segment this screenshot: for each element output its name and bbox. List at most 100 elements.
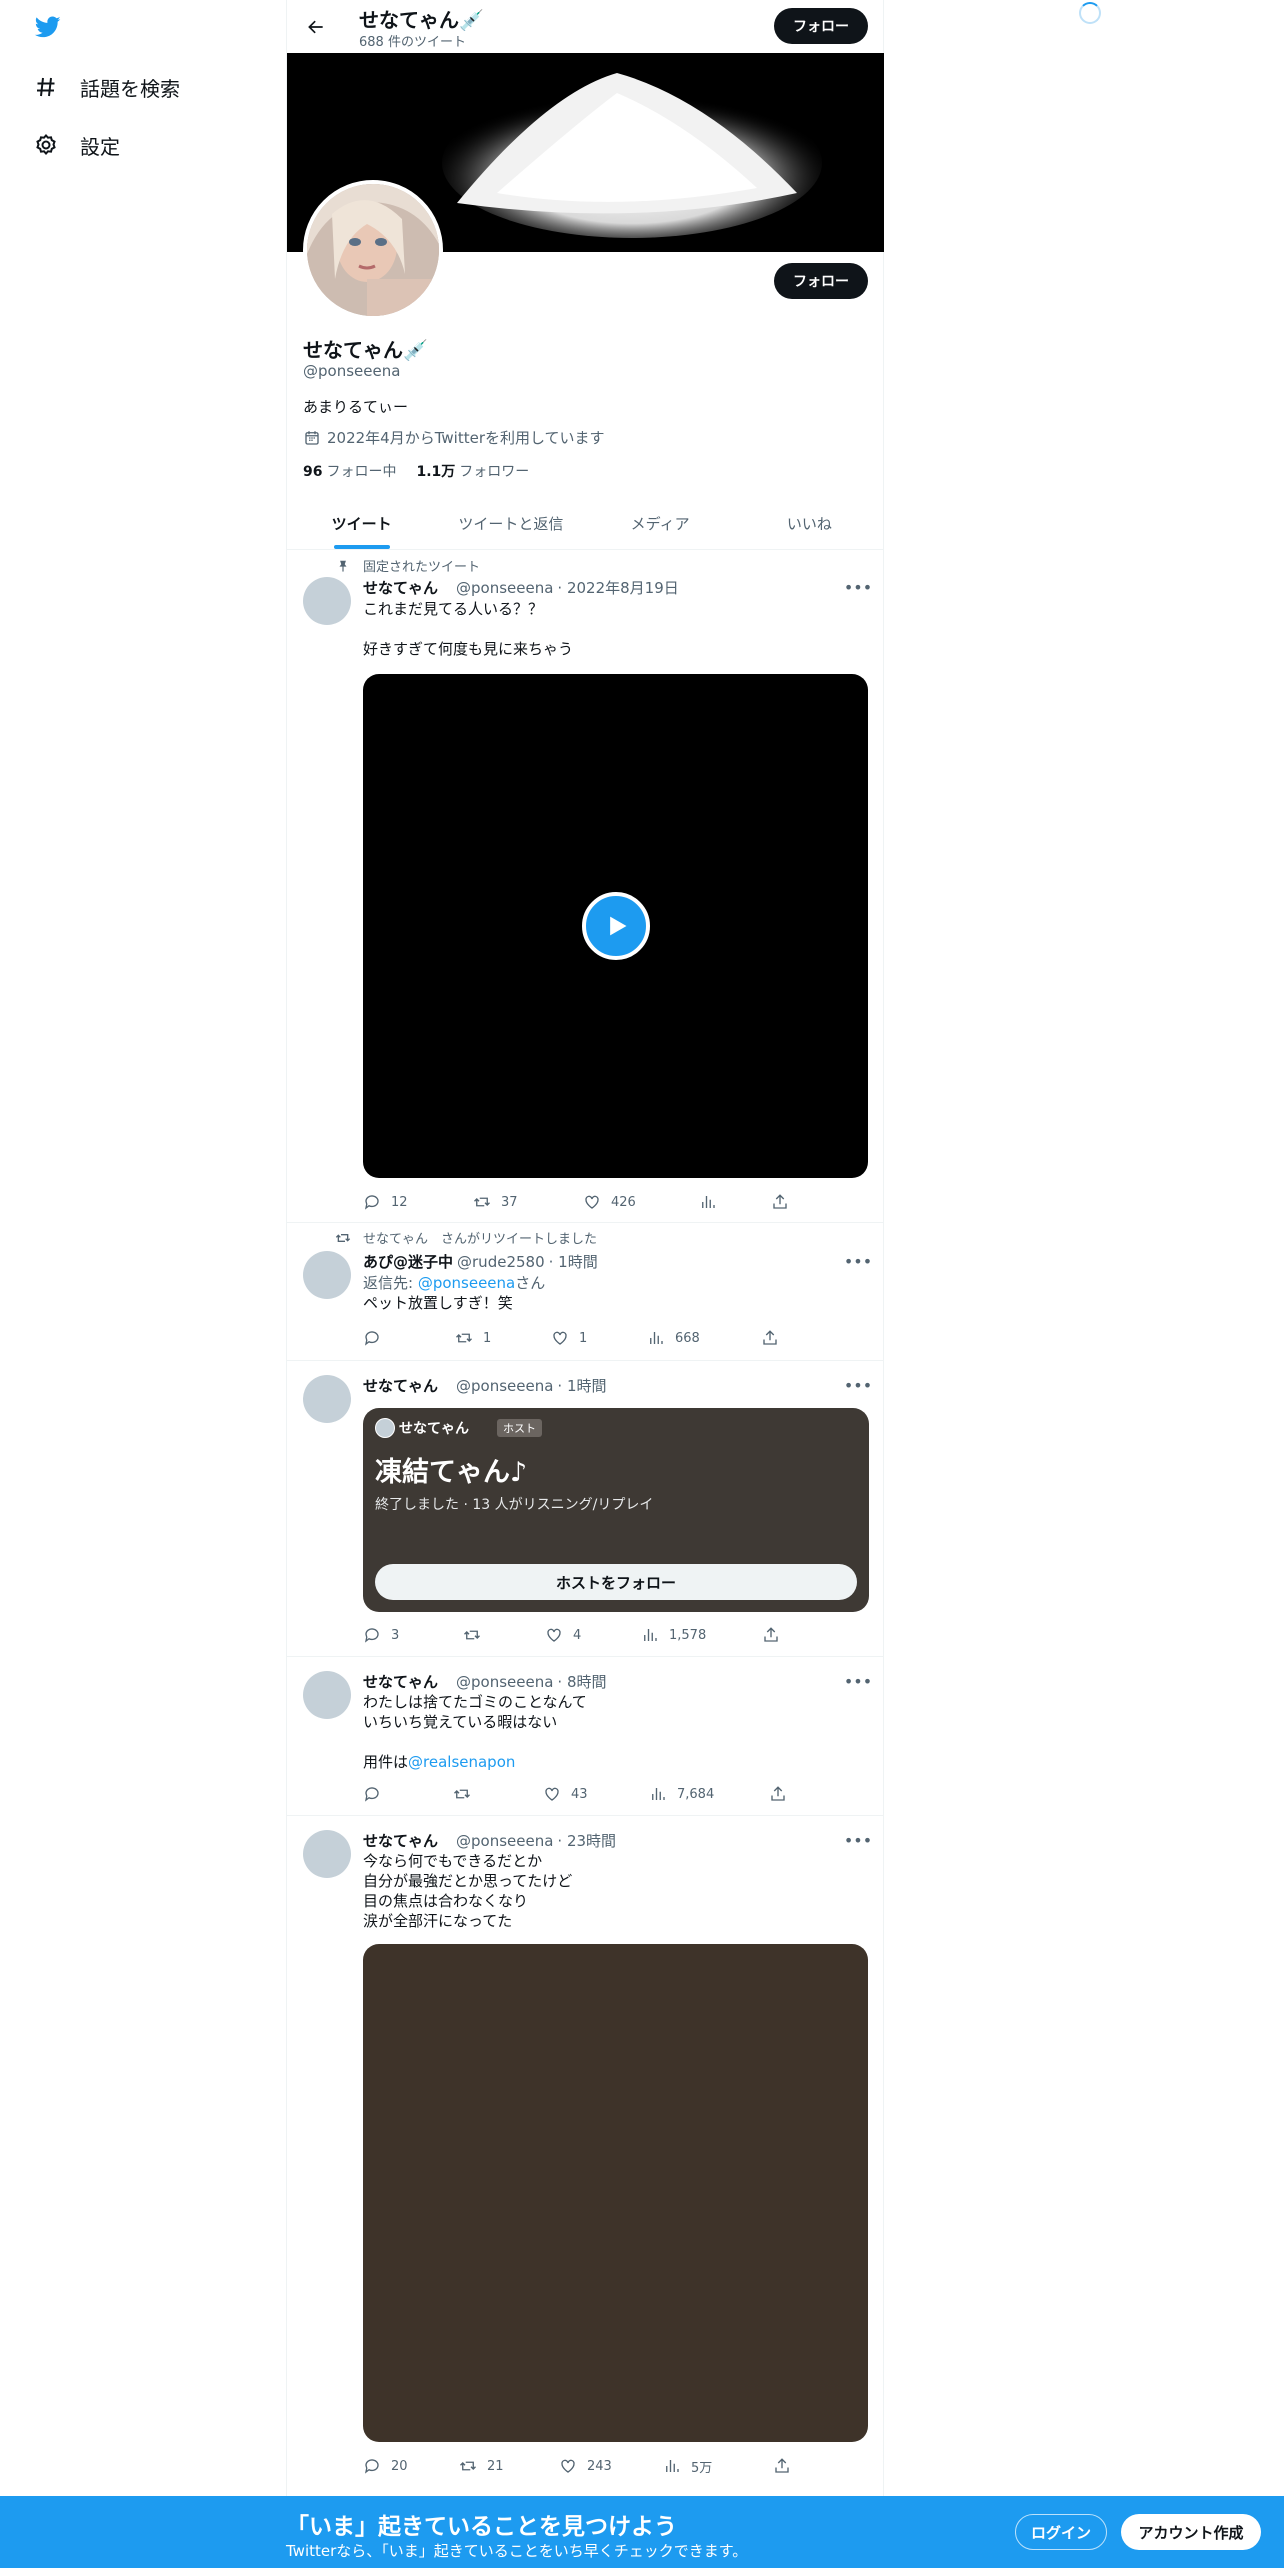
views-button[interactable]: 5万 <box>663 2456 773 2476</box>
tweet-time[interactable]: · 1時間 <box>557 1375 606 1396</box>
tweet-header: せなてゃん @ponseeena · 8時間 <box>363 1671 607 1692</box>
more-options-icon[interactable]: ••• <box>844 1671 872 1691</box>
tweet-time[interactable]: · 2022年8月19日 <box>557 577 678 598</box>
views-button[interactable]: 7,684 <box>649 1784 769 1804</box>
tweet-item[interactable]: せなてゃん @ponseeena · 1時間 ••• せなてゃん ホスト 凍結て… <box>287 1361 884 1657</box>
host-avatar <box>375 1418 395 1438</box>
tab-media[interactable]: メディア <box>586 497 735 549</box>
play-button[interactable] <box>581 892 650 960</box>
twitter-logo-icon[interactable] <box>32 14 64 40</box>
like-button[interactable]: 43 <box>543 1784 649 1804</box>
tab-likes[interactable]: いいね <box>735 497 884 549</box>
signup-button[interactable]: アカウント作成 <box>1121 2514 1261 2550</box>
header-follow-button[interactable]: フォロー <box>774 8 868 44</box>
more-options-icon[interactable]: ••• <box>844 577 872 597</box>
tweet-author-name[interactable]: せなてゃん <box>363 577 438 598</box>
profile-follow-button[interactable]: フォロー <box>774 263 868 299</box>
space-card[interactable]: せなてゃん ホスト 凍結てゃん♪ 終了しました · 13 人がリスニング/リプレ… <box>363 1408 869 1612</box>
like-button[interactable]: 243 <box>559 2456 663 2476</box>
tweet-text: これまだ見てる人いる？？ 好きすぎて何度も見に来ちゃう <box>363 600 574 658</box>
tweet-author-handle[interactable]: @ponseeena <box>456 1832 553 1850</box>
avatar[interactable] <box>303 577 351 625</box>
pin-icon <box>335 558 351 574</box>
reply-to-link[interactable]: @ponseeena <box>418 1274 515 1292</box>
reply-icon <box>364 1628 379 1643</box>
more-options-icon[interactable]: ••• <box>844 1375 872 1395</box>
reply-button[interactable]: 3 <box>363 1625 463 1645</box>
reply-button[interactable] <box>363 1784 453 1804</box>
tweet-item[interactable]: せなてゃん @ponseeena · 8時間 ••• わたしは捨てたゴミのことな… <box>287 1657 884 1816</box>
reply-icon <box>364 1331 379 1346</box>
retweet-icon <box>456 1333 472 1343</box>
tab-tweets-and-replies[interactable]: ツイートと返信 <box>436 497 585 549</box>
view-count: 5万 <box>691 2460 713 2476</box>
reply-button[interactable]: 12 <box>363 1192 473 1212</box>
share-button[interactable] <box>761 1328 789 1348</box>
avatar[interactable] <box>303 1251 351 1299</box>
like-button[interactable]: 1 <box>551 1328 647 1348</box>
nav-item-label: 話題を検索 <box>80 76 180 101</box>
join-date-text: 2022年4月からTwitterを利用しています <box>327 429 605 447</box>
avatar[interactable] <box>303 1671 351 1719</box>
reply-icon <box>364 2459 379 2474</box>
reply-button[interactable] <box>363 1328 455 1348</box>
back-button[interactable] <box>301 12 331 42</box>
retweet-button[interactable]: 37 <box>473 1192 583 1212</box>
share-button[interactable] <box>769 1784 797 1804</box>
nav-item-settings[interactable]: 設定 <box>32 125 120 165</box>
retweet-button[interactable]: 1 <box>455 1328 551 1348</box>
tweet-author-name[interactable]: せなてゃん <box>363 1671 438 1692</box>
heart-icon <box>545 1787 559 1801</box>
more-options-icon[interactable]: ••• <box>844 1830 872 1850</box>
share-button[interactable] <box>773 2456 801 2476</box>
heart-icon <box>585 1195 599 1209</box>
follow-host-button[interactable]: ホストをフォロー <box>375 1564 857 1600</box>
avatar[interactable] <box>303 1830 351 1878</box>
profile-handle: @ponseeena <box>303 362 401 380</box>
tweet-video[interactable] <box>363 674 868 1178</box>
reply-to-suffix: さん <box>515 1274 546 1292</box>
reply-to-prefix: 返信先: <box>363 1274 418 1292</box>
tweet-author-handle[interactable]: @rude2580 <box>457 1253 545 1271</box>
tweet-item[interactable]: せなてゃん さんがリツイートしました あぴ@迷子中 @rude2580 · 1時… <box>287 1223 884 1361</box>
tweet-item[interactable]: せなてゃん @ponseeena · 23時間 ••• 今なら何でもできるだとか… <box>287 1816 884 2496</box>
nav-item-explore[interactable]: 話題を検索 <box>32 67 180 107</box>
profile-avatar[interactable] <box>303 180 443 320</box>
tab-tweets[interactable]: ツイート <box>287 497 436 549</box>
tweet-author-handle[interactable]: @ponseeena <box>456 579 553 597</box>
heart-icon <box>561 2459 575 2473</box>
avatar[interactable] <box>303 1375 351 1423</box>
tweet-time[interactable]: · 8時間 <box>557 1671 606 1692</box>
tweet-image[interactable] <box>363 1944 868 2442</box>
followers-label: フォロワー <box>459 464 530 480</box>
tweet-time[interactable]: · 23時間 <box>557 1830 616 1851</box>
retweet-icon <box>454 1789 470 1799</box>
tweet-author-name[interactable]: あぴ@迷子中 <box>363 1251 453 1272</box>
retweet-button[interactable] <box>453 1784 543 1804</box>
tweet-item[interactable]: 固定されたツイート せなてゃん @ponseeena · 2022年8月19日 … <box>287 551 884 1223</box>
share-button[interactable] <box>762 1625 790 1645</box>
followers-count: 1.1万 <box>416 464 456 480</box>
tweet-author-handle[interactable]: @ponseeena <box>456 1377 553 1395</box>
tweet-author-handle[interactable]: @ponseeena <box>456 1673 553 1691</box>
retweet-button[interactable]: 21 <box>459 2456 559 2476</box>
mention-link[interactable]: @realsenapon <box>408 1753 515 1771</box>
hashtag-icon <box>32 73 60 101</box>
like-button[interactable]: 426 <box>583 1192 699 1212</box>
share-button[interactable] <box>771 1192 799 1212</box>
tweet-author-name[interactable]: せなてゃん <box>363 1375 438 1396</box>
following-link[interactable]: 96 フォロー中 <box>303 461 396 481</box>
views-button[interactable]: 1,578 <box>641 1625 762 1645</box>
reply-button[interactable]: 20 <box>363 2456 459 2476</box>
retweet-icon <box>464 1630 480 1640</box>
views-button[interactable] <box>699 1192 771 1212</box>
tweet-author-name[interactable]: せなてゃん <box>363 1830 438 1851</box>
pinned-context: 固定されたツイート <box>335 556 480 575</box>
more-options-icon[interactable]: ••• <box>844 1251 872 1271</box>
retweet-button[interactable] <box>463 1625 545 1645</box>
tweet-time[interactable]: · 1時間 <box>549 1251 598 1272</box>
like-button[interactable]: 4 <box>545 1625 641 1645</box>
views-button[interactable]: 668 <box>647 1328 761 1348</box>
followers-link[interactable]: 1.1万 フォロワー <box>416 461 529 481</box>
login-button[interactable]: ログイン <box>1015 2514 1107 2550</box>
